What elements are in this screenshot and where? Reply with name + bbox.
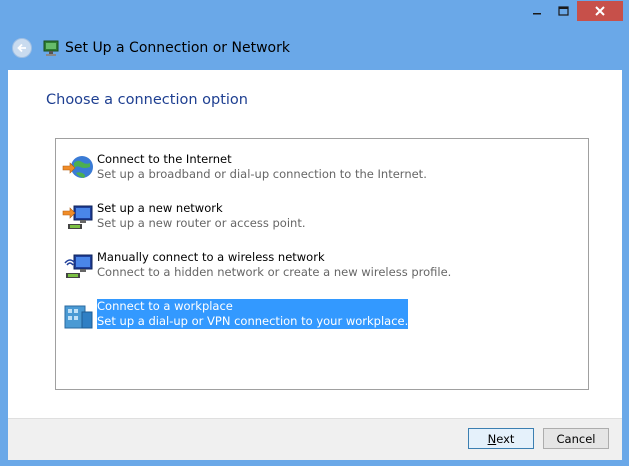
minimize-icon [532,13,541,15]
back-arrow-icon [17,43,26,53]
option-title: Manually connect to a wireless network [97,250,325,264]
option-connect-internet[interactable]: Connect to the Internet Set up a broadba… [60,149,427,185]
option-title: Connect to a workplace [97,299,233,313]
option-title: Set up a new network [97,201,223,215]
option-text: Set up a new network Set up a new router… [97,201,306,231]
option-description: Set up a new router or access point. [97,216,306,230]
page-heading: Choose a connection option [46,92,248,108]
option-description: Set up a broadband or dial-up connection… [97,167,427,181]
caption-bar [0,0,629,28]
maximize-icon [558,6,569,16]
title-row: Set Up a Connection or Network [0,28,629,70]
connection-options-list: Connect to the Internet Set up a broadba… [55,138,589,390]
wireless-network-icon [64,254,93,278]
window-title: Set Up a Connection or Network [65,40,290,56]
button-bar: Next Cancel [8,418,622,460]
option-description: Connect to a hidden network or create a … [97,265,452,279]
option-manual-wireless[interactable]: Manually connect to a wireless network C… [60,247,451,283]
option-title: Connect to the Internet [97,152,232,166]
option-text: Manually connect to a wireless network C… [97,250,451,280]
next-button[interactable]: Next [468,428,534,449]
globe-internet-icon [62,156,93,178]
next-label: ext [496,431,515,446]
close-button[interactable] [577,1,623,21]
option-text: Connect to a workplace Set up a dial-up … [97,299,409,329]
close-icon [595,6,605,16]
option-description: Set up a dial-up or VPN connection to yo… [97,314,409,328]
option-new-network[interactable]: Set up a new network Set up a new router… [60,198,400,234]
back-button[interactable] [12,38,32,58]
workplace-icon [64,305,93,329]
network-setup-icon [43,40,59,56]
next-access-key: N [487,431,497,446]
maximize-button[interactable] [550,1,577,21]
content-area: Choose a connection option Connect to th… [8,70,622,418]
cancel-button[interactable]: Cancel [543,428,609,449]
minimize-button[interactable] [523,1,550,21]
option-text: Connect to the Internet Set up a broadba… [97,152,427,182]
option-connect-workplace[interactable]: Connect to a workplace Set up a dial-up … [60,296,409,332]
new-network-icon [62,205,93,229]
dialog-window: Set Up a Connection or Network Choose a … [0,0,629,466]
